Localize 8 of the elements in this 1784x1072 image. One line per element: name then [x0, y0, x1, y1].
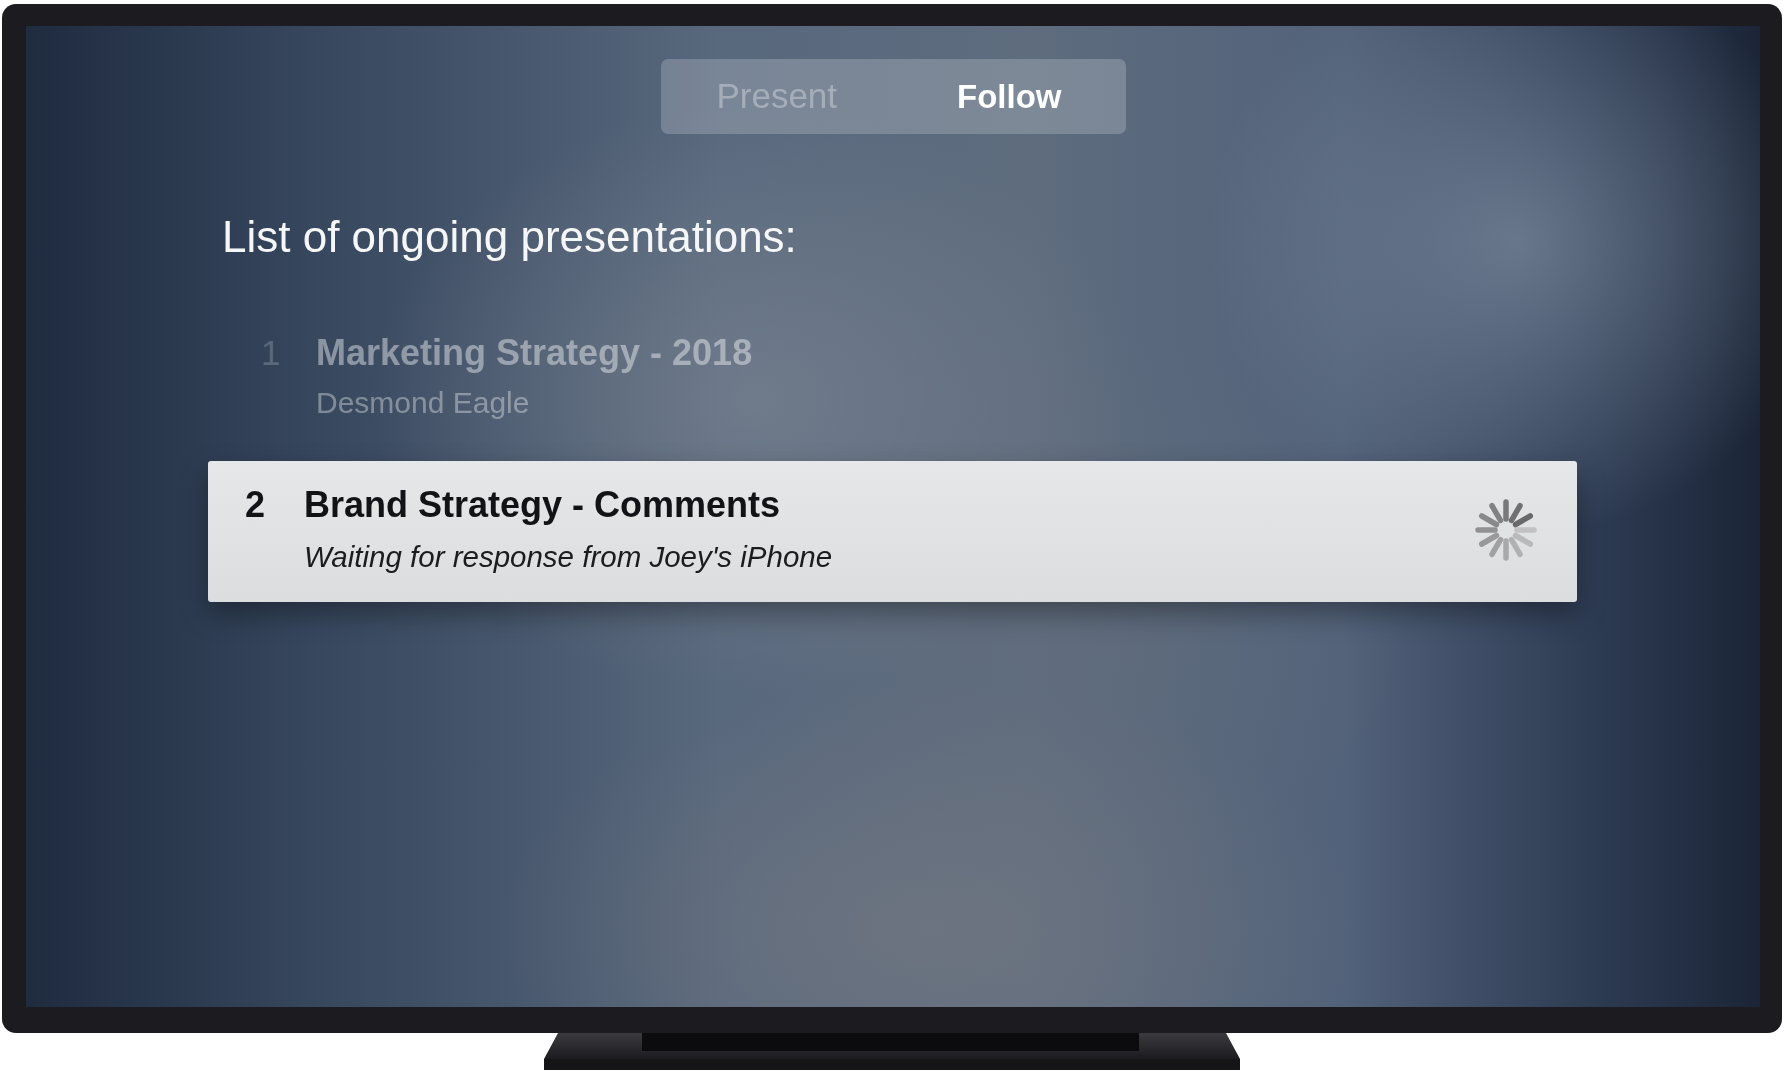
tab[interactable]: Follow [893, 59, 1126, 134]
list-heading: List of ongoing presentations: [222, 212, 797, 262]
list-number: 2 [245, 484, 267, 526]
presenter-name: Desmond Eagle [316, 385, 531, 421]
status-message: Waiting for response from Joey's iPhone [304, 539, 833, 575]
presentation-title: Marketing Strategy - 2018 [316, 332, 753, 374]
presentation-card[interactable]: 2 Brand Strategy - Comments Waiting for response from Joey's iPhone [208, 461, 1577, 602]
presentation-title: Brand Strategy - Comments [304, 484, 782, 526]
